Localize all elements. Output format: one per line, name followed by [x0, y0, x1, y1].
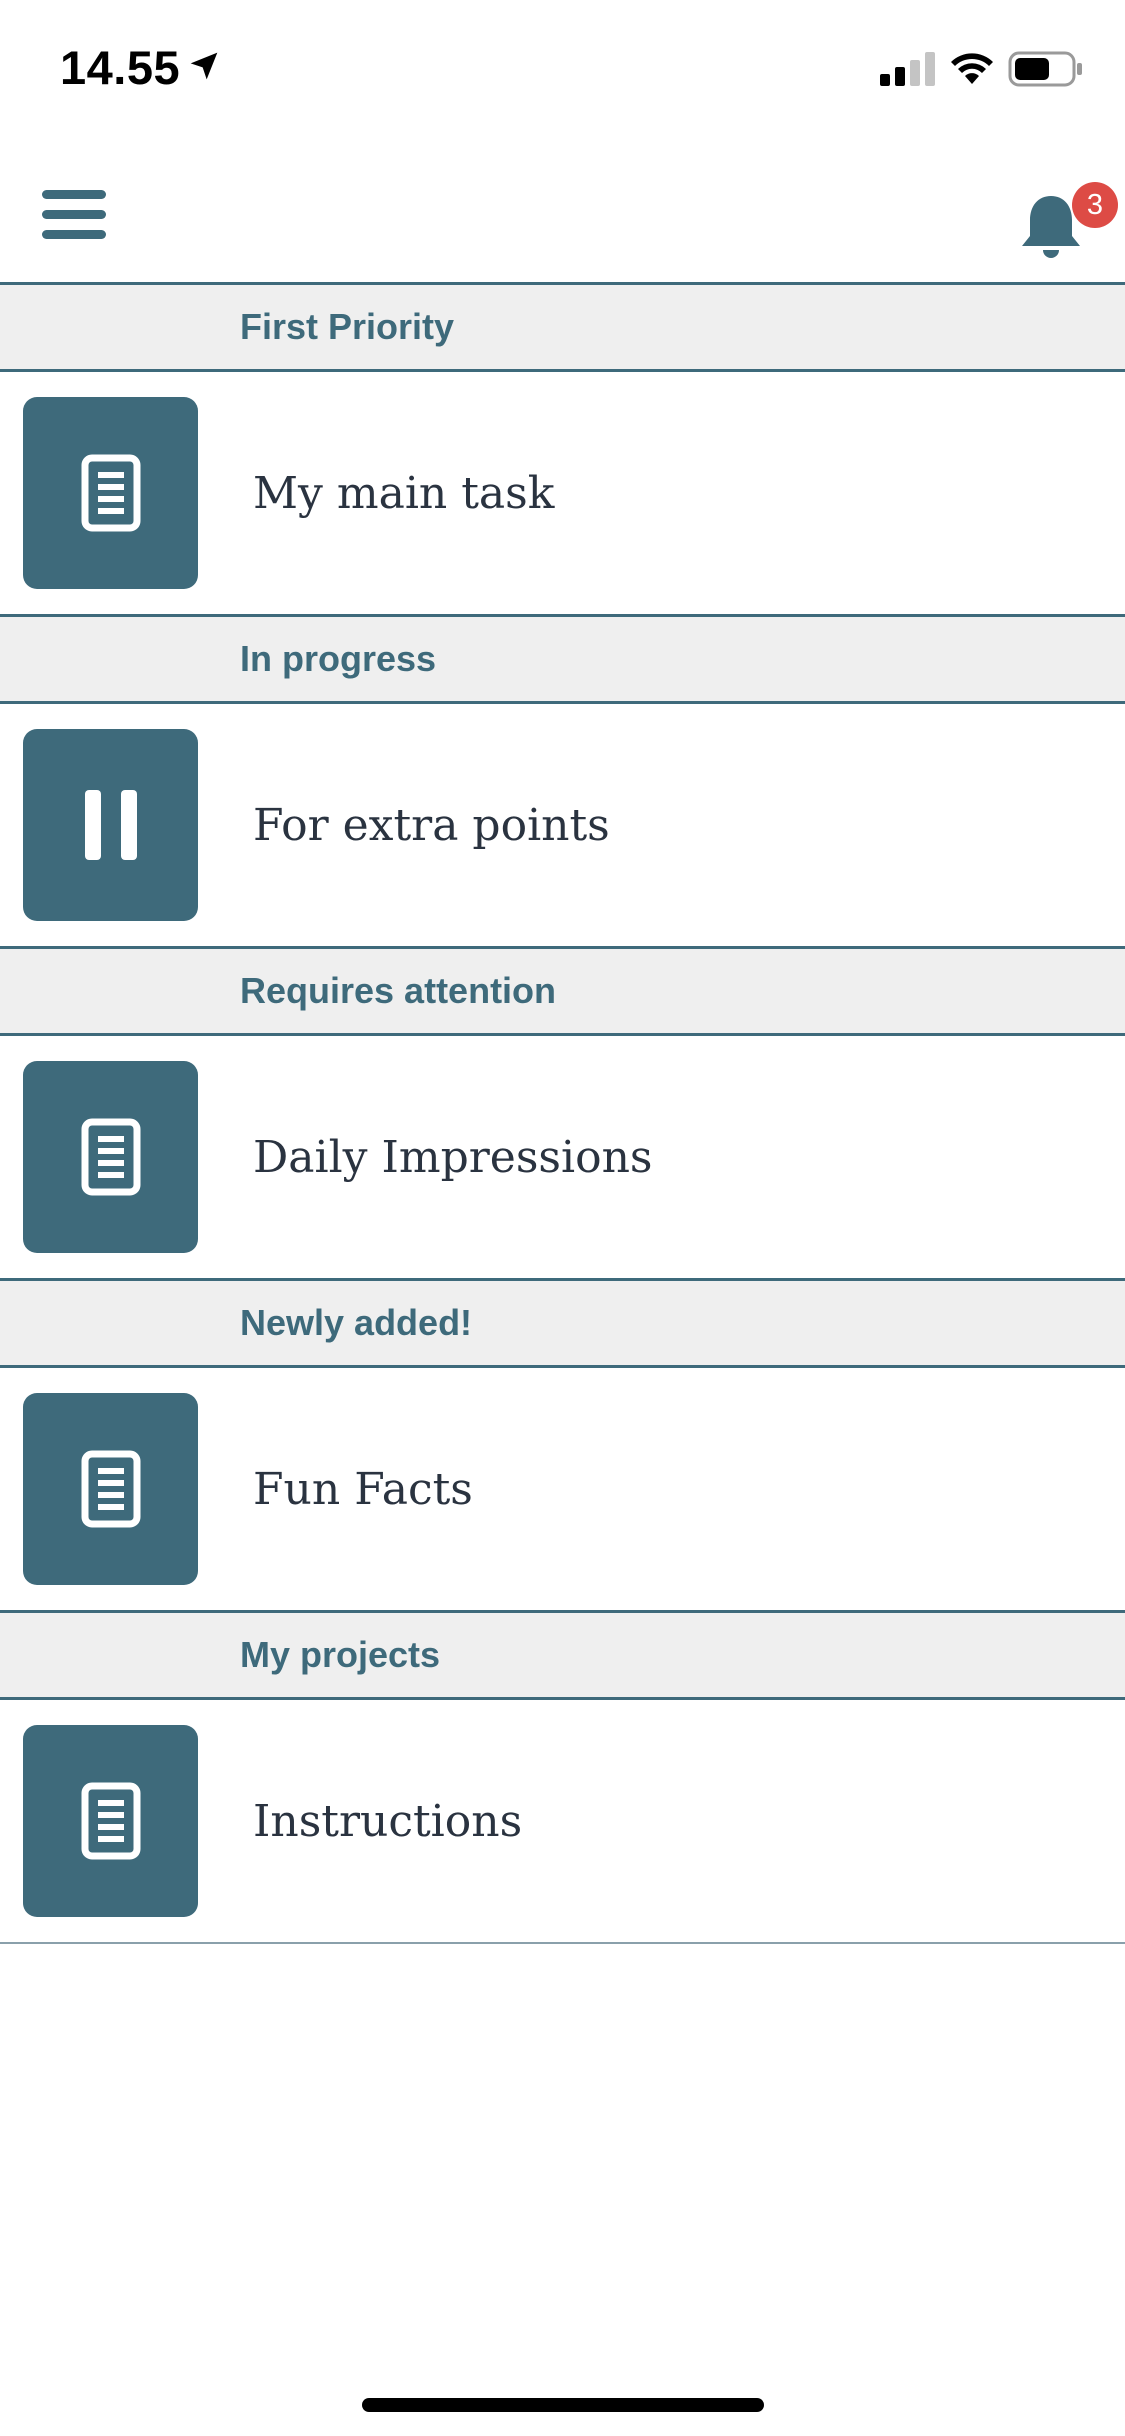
notification-badge: 3: [1072, 182, 1118, 228]
section-title: First Priority: [240, 306, 455, 347]
item-thumbnail: [23, 1061, 198, 1253]
pause-icon: [84, 790, 137, 860]
section-title: Requires attention: [240, 970, 557, 1011]
location-arrow-icon: [190, 52, 218, 80]
item-thumbnail: [23, 729, 198, 921]
app-header: 3: [0, 140, 1125, 282]
section-header: In progress: [0, 614, 1125, 704]
list-item[interactable]: For extra points: [0, 704, 1125, 946]
list-item[interactable]: Instructions: [0, 1700, 1125, 1942]
document-icon: [81, 1782, 140, 1860]
section-header: First Priority: [0, 282, 1125, 372]
section-title: Newly added!: [240, 1302, 473, 1343]
battery-icon: [1008, 51, 1082, 87]
item-thumbnail: [23, 1393, 198, 1585]
wifi-icon: [951, 53, 993, 84]
item-title: My main task: [253, 467, 555, 519]
home-indicator[interactable]: [362, 2398, 764, 2412]
section-header: Newly added!: [0, 1278, 1125, 1368]
item-thumbnail: [23, 1725, 198, 1917]
item-title: Fun Facts: [253, 1463, 473, 1515]
status-time: 14.55: [60, 41, 181, 94]
list-item[interactable]: Daily Impressions: [0, 1036, 1125, 1278]
section-header: Requires attention: [0, 946, 1125, 1036]
item-title: For extra points: [253, 799, 610, 851]
document-icon: [81, 1118, 140, 1196]
list-item[interactable]: My main task: [0, 372, 1125, 614]
cellular-signal-icon: [880, 52, 935, 86]
section-title: My projects: [240, 1634, 441, 1675]
section-header: My projects: [0, 1610, 1125, 1700]
hamburger-menu-icon[interactable]: [32, 180, 116, 250]
document-icon: [81, 1450, 140, 1528]
item-title: Instructions: [253, 1795, 523, 1847]
item-title: Daily Impressions: [253, 1131, 653, 1183]
status-bar: 14.55: [0, 0, 1125, 140]
list-item[interactable]: Fun Facts: [0, 1368, 1125, 1610]
section-title: In progress: [240, 638, 437, 679]
list-divider: [0, 1942, 1125, 1944]
task-list: First Priority My main task In progress …: [0, 282, 1125, 1944]
item-thumbnail: [23, 397, 198, 589]
document-icon: [81, 454, 140, 532]
notifications-button[interactable]: 3: [1010, 170, 1118, 270]
